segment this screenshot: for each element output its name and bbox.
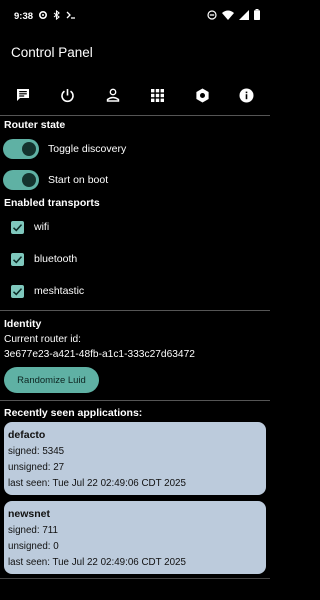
- notification-icons: [38, 10, 76, 20]
- transport-bluetooth-row[interactable]: bluetooth: [11, 251, 77, 267]
- check-icon: [12, 255, 23, 263]
- router-state-heading: Router state: [4, 119, 66, 131]
- power-button[interactable]: [58, 85, 78, 105]
- toolbar: [0, 78, 270, 112]
- gear-icon: [38, 10, 48, 20]
- check-icon: [12, 287, 23, 295]
- transport-bluetooth-checkbox[interactable]: [11, 252, 24, 266]
- battery-icon: [254, 9, 260, 20]
- identity-divider: [0, 400, 270, 401]
- start-on-boot-switch[interactable]: [3, 170, 39, 190]
- power-icon: [61, 88, 75, 102]
- terminal-icon: [66, 11, 75, 19]
- transport-bluetooth-label: bluetooth: [34, 253, 78, 265]
- app-last-seen: last seen: Tue Jul 22 02:49:06 CDT 2025: [8, 478, 186, 489]
- bottom-divider: [0, 578, 270, 579]
- status-time: 9:38: [14, 11, 34, 22]
- system-icons: [207, 9, 260, 20]
- settings-icon: [196, 88, 209, 102]
- grid-button[interactable]: [147, 85, 167, 105]
- signal-icon: [239, 9, 249, 20]
- toggle-discovery-row[interactable]: Toggle discovery: [3, 138, 126, 160]
- check-icon: [12, 223, 23, 231]
- chat-icon: [17, 89, 29, 101]
- dnd-icon: [207, 9, 217, 20]
- bluetooth-icon: [53, 10, 60, 20]
- transports-divider: [0, 310, 270, 311]
- app-title: Control Panel: [11, 45, 93, 60]
- status-bar: 9:38: [0, 0, 270, 30]
- app-signed: signed: 711: [8, 525, 58, 536]
- router-id-label: Current router id:: [4, 334, 82, 345]
- transports-heading: Enabled transports: [4, 197, 100, 209]
- router-id-value: 3e677e23-a421-48fb-a1c1-333c27d63472: [4, 349, 195, 360]
- identity-heading: Identity: [4, 318, 42, 330]
- applications-heading: Recently seen applications:: [4, 407, 143, 419]
- app-name: defacto: [8, 429, 46, 441]
- start-on-boot-label: Start on boot: [48, 174, 109, 186]
- info-icon: [239, 88, 254, 102]
- app-signed: signed: 5345: [8, 446, 65, 457]
- app-unsigned: unsigned: 0: [8, 541, 59, 552]
- profile-button[interactable]: [103, 85, 123, 105]
- toggle-discovery-switch[interactable]: [3, 139, 39, 159]
- app-unsigned: unsigned: 27: [8, 462, 65, 473]
- app-card-newsnet: newsnet signed: 711 unsigned: 0 last see…: [4, 501, 266, 574]
- transport-wifi-checkbox[interactable]: [11, 220, 24, 234]
- transport-wifi-row[interactable]: wifi: [11, 219, 49, 235]
- start-on-boot-row[interactable]: Start on boot: [3, 169, 108, 191]
- grid-icon: [150, 88, 164, 102]
- app-name: newsnet: [8, 508, 51, 520]
- info-button[interactable]: [237, 85, 257, 105]
- settings-button[interactable]: [192, 85, 212, 105]
- toggle-discovery-label: Toggle discovery: [48, 143, 127, 155]
- transport-meshtastic-row[interactable]: meshtastic: [11, 283, 84, 299]
- chat-button[interactable]: [13, 85, 33, 105]
- transport-wifi-label: wifi: [34, 221, 50, 233]
- toolbar-divider: [0, 115, 270, 116]
- app-card-defacto: defacto signed: 5345 unsigned: 27 last s…: [4, 422, 266, 495]
- person-icon: [106, 88, 119, 102]
- transport-meshtastic-checkbox[interactable]: [11, 284, 24, 298]
- wifi-icon: [222, 10, 234, 20]
- transport-meshtastic-label: meshtastic: [34, 285, 85, 297]
- randomize-luid-button[interactable]: Randomize Luid: [4, 367, 99, 393]
- app-last-seen: last seen: Tue Jul 22 02:49:06 CDT 2025: [8, 557, 186, 568]
